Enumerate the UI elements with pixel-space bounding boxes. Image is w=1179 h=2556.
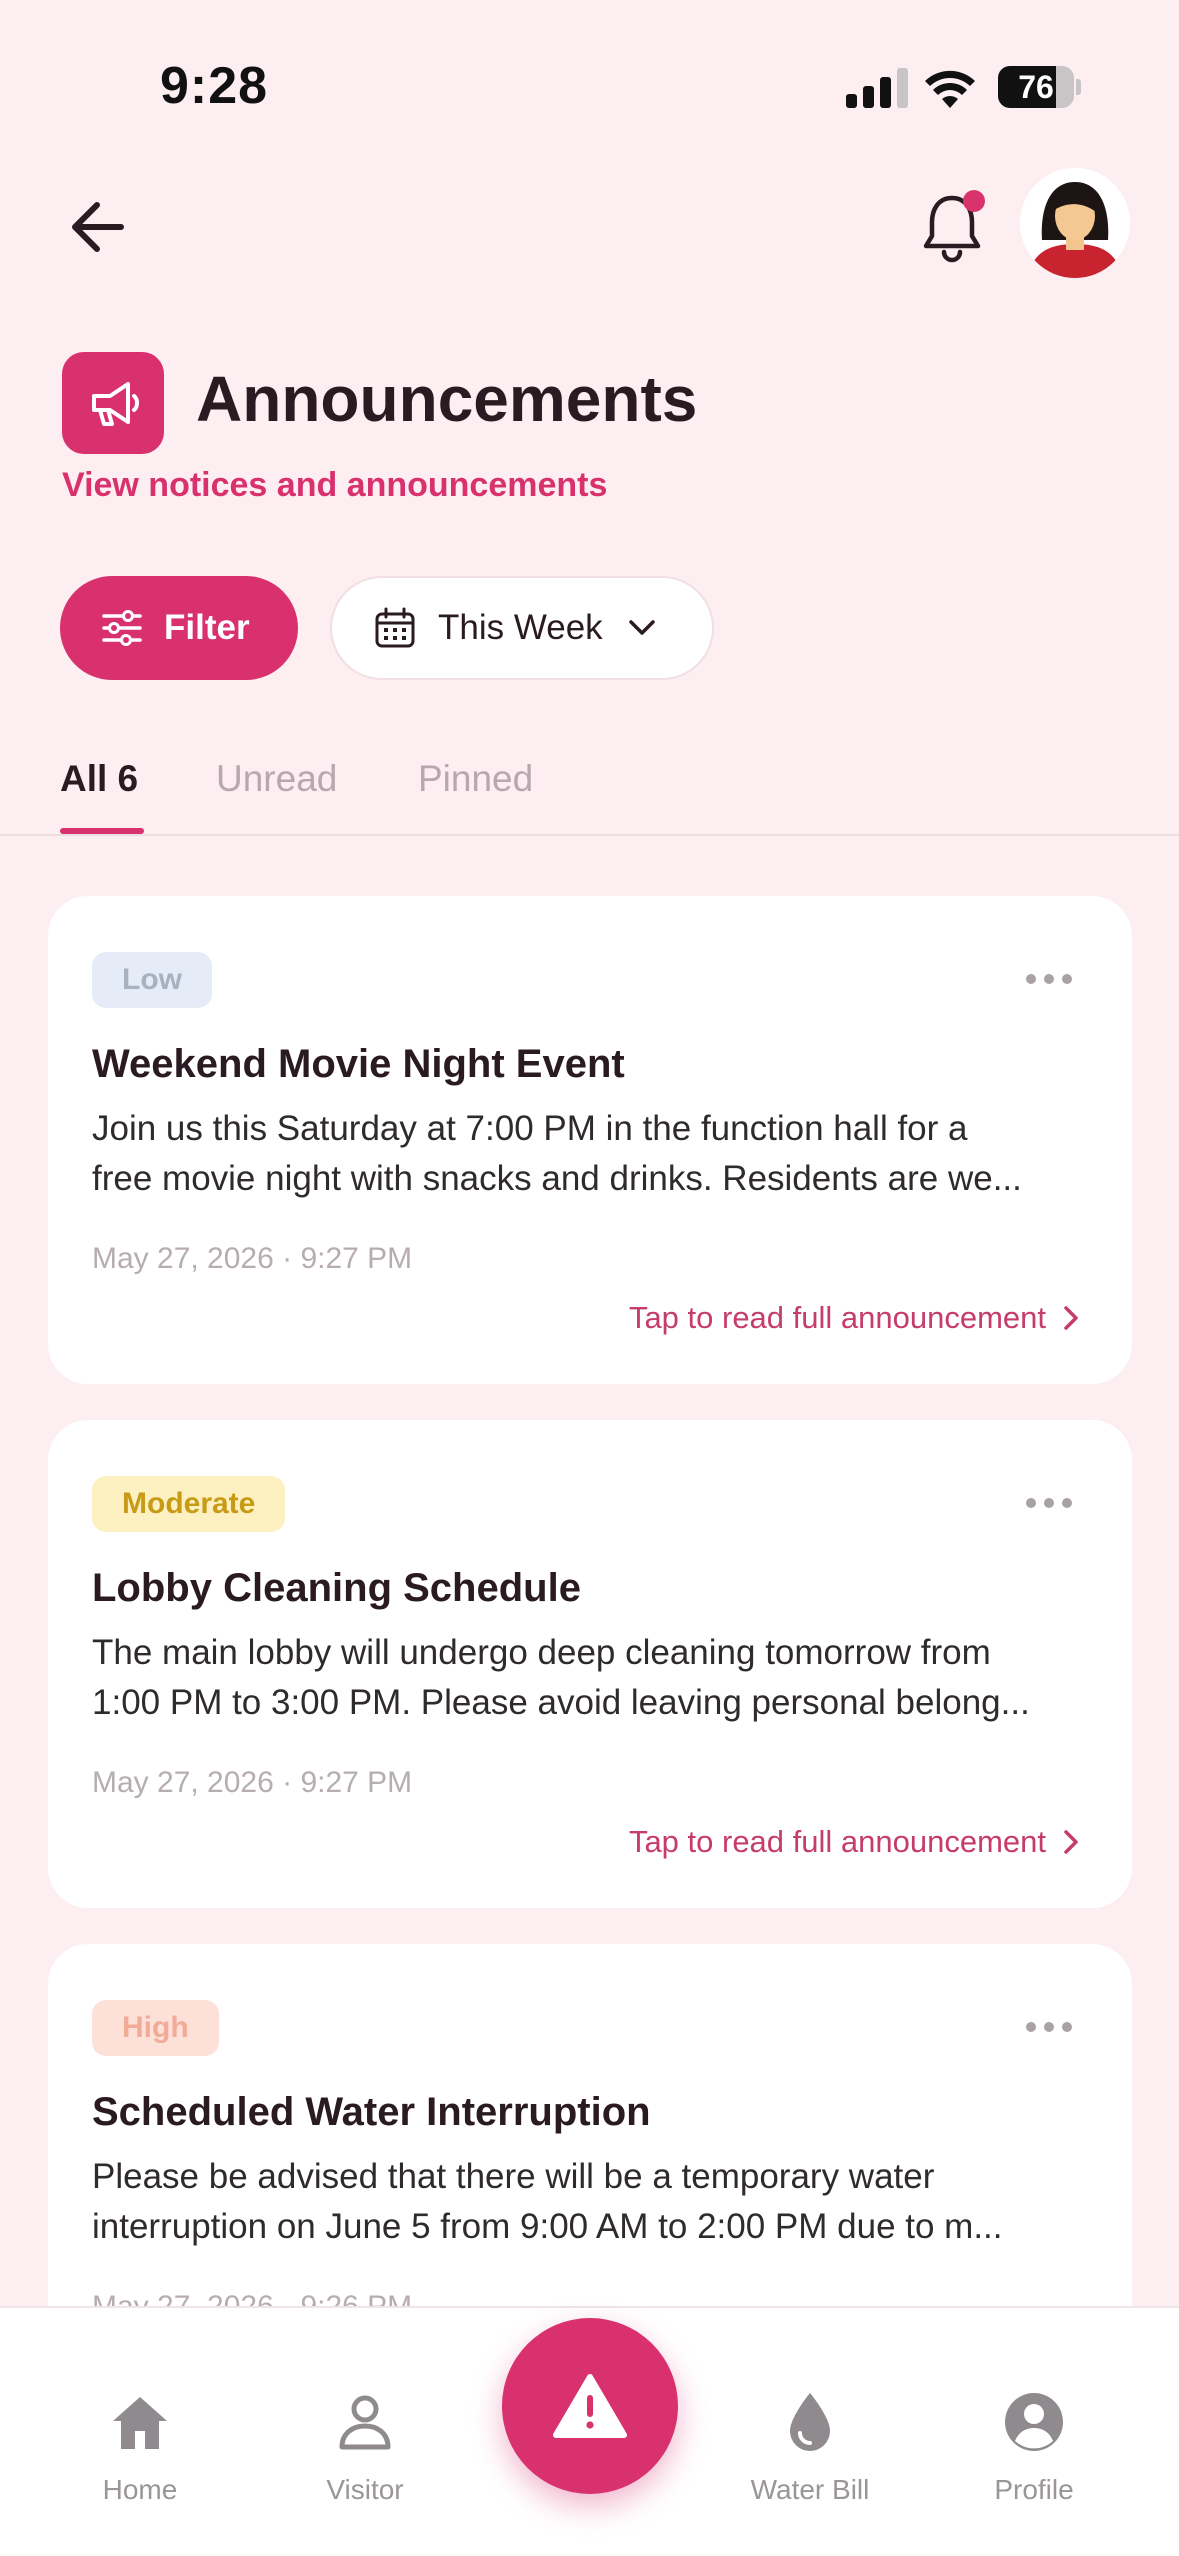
tab-pinned[interactable]: Pinned xyxy=(418,758,533,800)
back-button[interactable] xyxy=(60,190,134,264)
megaphone-icon xyxy=(92,382,139,426)
priority-badge: High xyxy=(92,2000,219,2056)
tab-all[interactable]: All 6 xyxy=(60,758,138,800)
nav-water-bill[interactable]: Water Bill xyxy=(710,2308,910,2556)
chevron-right-icon xyxy=(1064,1830,1078,1854)
announcement-body: The main lobby will undergo deep cleanin… xyxy=(92,1633,1030,1722)
calendar-icon xyxy=(375,607,415,648)
announcement-date: May 27, 2026 · 9:27 PM xyxy=(92,1242,413,1275)
page-subtitle: View notices and announcements xyxy=(62,466,608,504)
status-bar: 9:28 76 xyxy=(0,0,1179,170)
nav-visitor-label: Visitor xyxy=(326,2474,404,2505)
chevron-right-icon xyxy=(1064,1306,1078,1330)
more-options-button[interactable] xyxy=(1026,2012,1072,2042)
announcement-date: May 27, 2026 · 9:27 PM xyxy=(92,1766,413,1799)
notification-dot xyxy=(963,190,985,212)
nav-visitor[interactable]: Visitor xyxy=(265,2308,465,2556)
nav-water-bill-label: Water Bill xyxy=(750,2474,870,2505)
announcement-title: Scheduled Water Interruption xyxy=(92,2090,651,2134)
active-tab-indicator xyxy=(60,828,144,834)
warning-icon xyxy=(553,2374,627,2438)
avatar-image xyxy=(1020,168,1130,278)
announcement-card[interactable]: Low Weekend Movie Night Event Join us th… xyxy=(48,896,1132,1384)
announcement-title: Lobby Cleaning Schedule xyxy=(92,1566,581,1610)
megaphone-badge xyxy=(62,352,164,454)
person-icon xyxy=(331,2388,399,2456)
more-options-button[interactable] xyxy=(1026,1488,1072,1518)
emergency-alert-button[interactable] xyxy=(502,2318,678,2494)
nav-profile[interactable]: Profile xyxy=(934,2308,1134,2556)
filter-label: Filter xyxy=(164,608,250,647)
period-dropdown[interactable]: This Week xyxy=(330,576,714,680)
read-more-link[interactable]: Tap to read full announcement xyxy=(629,1824,1080,1860)
battery-icon: 76 xyxy=(998,66,1081,108)
page-title: Announcements xyxy=(196,363,698,435)
tab-unread[interactable]: Unread xyxy=(216,758,337,800)
status-time: 9:28 xyxy=(160,57,269,115)
filter-button[interactable]: Filter xyxy=(60,576,298,680)
announcement-body: Join us this Saturday at 7:00 PM in the … xyxy=(92,1109,1022,1198)
more-options-button[interactable] xyxy=(1026,964,1072,994)
profile-icon xyxy=(1000,2388,1068,2456)
read-more-link[interactable]: Tap to read full announcement xyxy=(629,1300,1080,1336)
priority-badge: Low xyxy=(92,952,212,1008)
cellular-signal-icon xyxy=(846,68,908,108)
announcement-title: Weekend Movie Night Event xyxy=(92,1042,625,1086)
tab-bar: All 6 Unread Pinned xyxy=(0,740,1179,836)
water-drop-icon xyxy=(776,2388,844,2456)
announcement-card[interactable]: Moderate Lobby Cleaning Schedule The mai… xyxy=(48,1420,1132,1908)
announcement-body: Please be advised that there will be a t… xyxy=(92,2157,1003,2246)
chevron-down-icon xyxy=(628,620,655,635)
nav-profile-label: Profile xyxy=(994,2474,1074,2505)
battery-percent: 76 xyxy=(1018,69,1054,105)
home-icon xyxy=(106,2388,174,2456)
wifi-icon xyxy=(925,70,975,108)
priority-badge: Moderate xyxy=(92,1476,286,1532)
notifications-button[interactable] xyxy=(918,186,988,266)
avatar[interactable] xyxy=(1020,168,1130,278)
period-label: This Week xyxy=(438,608,603,647)
nav-home-label: Home xyxy=(102,2474,178,2505)
arrow-left-icon xyxy=(72,202,124,252)
nav-home[interactable]: Home xyxy=(40,2308,240,2556)
sliders-icon xyxy=(102,610,142,646)
